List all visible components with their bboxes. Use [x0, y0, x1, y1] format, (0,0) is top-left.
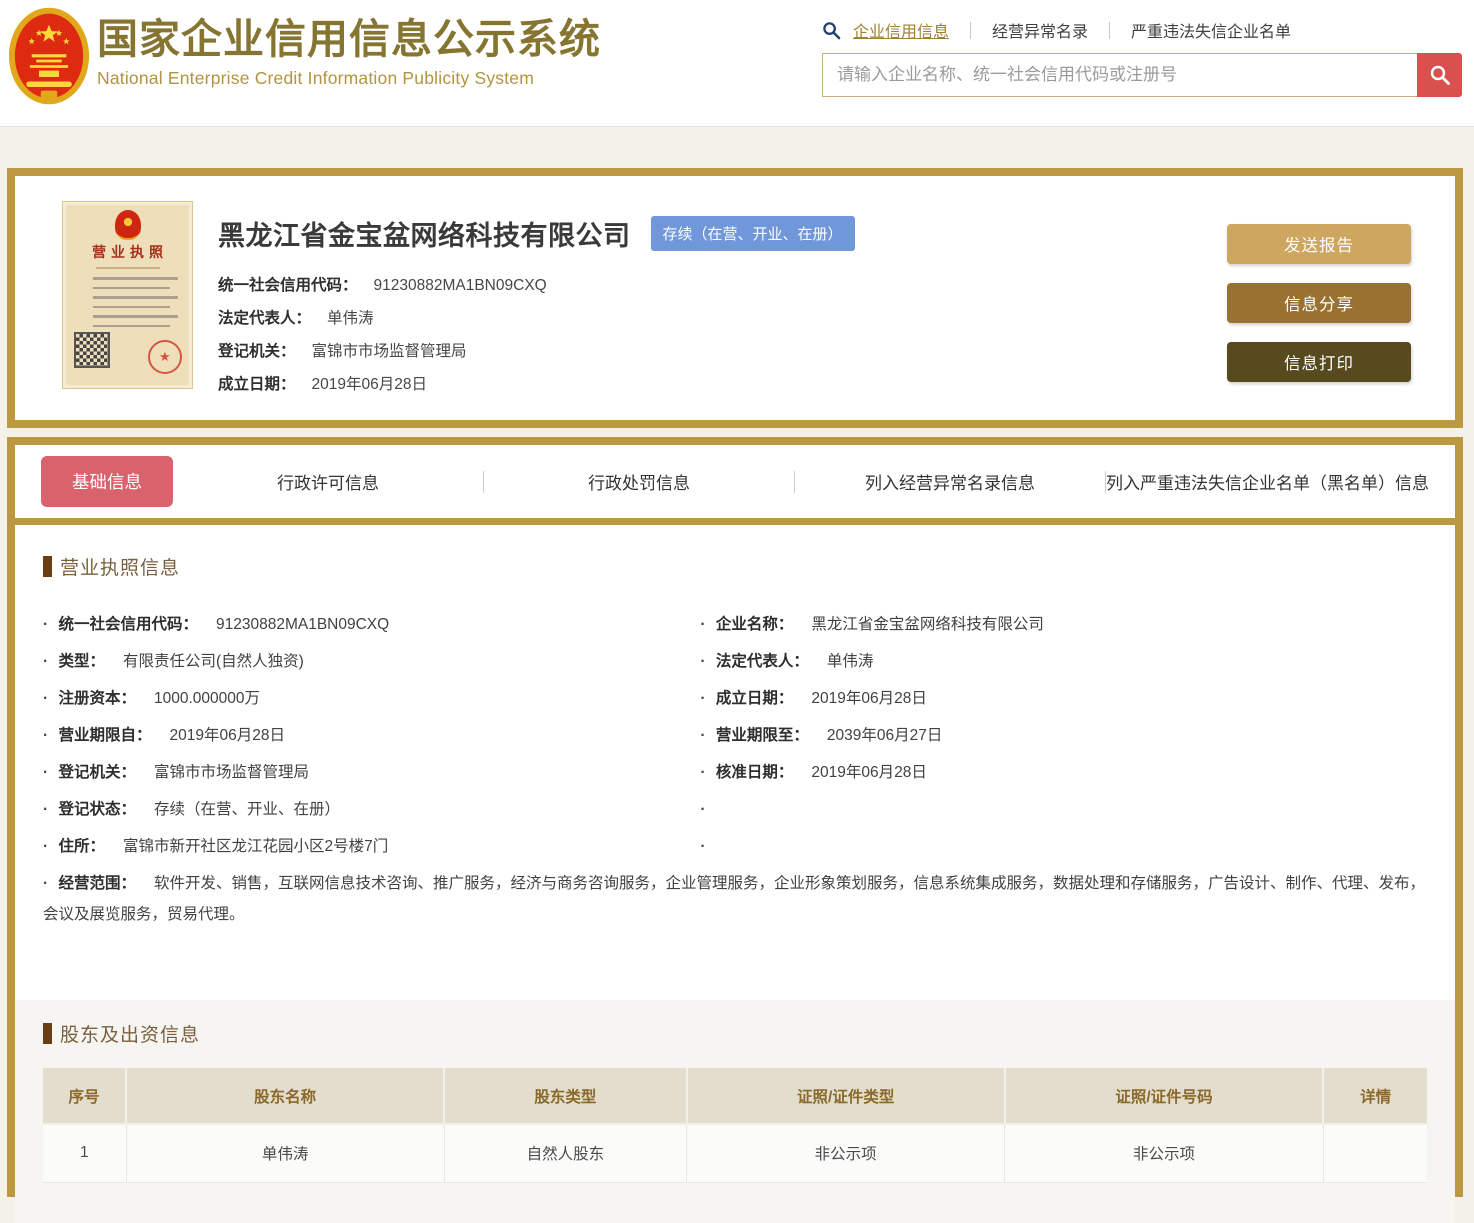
site-header: 国家企业信用信息公示系统 National Enterprise Credit … — [0, 0, 1474, 127]
search-icon — [823, 21, 841, 39]
company-name: 黑龙江省金宝盆网络科技有限公司 — [218, 221, 631, 251]
field-credit-code: 统一社会信用代码：91230882MA1BN09CXQ — [43, 606, 700, 643]
search-button[interactable] — [1417, 53, 1462, 97]
gold-divider — [15, 518, 1455, 525]
col-certificate-number: 证照/证件号码 — [1004, 1068, 1325, 1125]
field-empty — [700, 791, 1427, 828]
tab-administrative-penalty[interactable]: 行政处罚信息 — [484, 469, 794, 494]
license-text-line — [93, 324, 170, 327]
business-license-section: 营业执照信息 统一社会信用代码：91230882MA1BN09CXQ 企业名称：… — [15, 525, 1455, 936]
table-header-row: 序号 股东名称 股东类型 证照/证件类型 证照/证件号码 详情 — [43, 1068, 1427, 1125]
summary-legal-representative: 法定代表人： 单伟涛 — [218, 310, 374, 327]
license-title: 营业执照 — [92, 244, 168, 260]
nav-separator — [1109, 21, 1111, 39]
summary-credit-code: 统一社会信用代码： 91230882MA1BN09CXQ — [218, 277, 547, 294]
license-text-line — [93, 286, 170, 289]
field-address: 住所：富锦市新开社区龙江花园小区2号楼7门 — [43, 828, 700, 865]
license-decoration — [95, 267, 160, 269]
site-title: 国家企业信用信息公示系统 — [97, 16, 601, 62]
field-term-start: 营业期限自：2019年06月28日 — [43, 717, 700, 754]
business-license-image[interactable]: 营业执照 — [62, 201, 193, 389]
field-registration-authority: 登记机关：富锦市市场监督管理局 — [43, 754, 700, 791]
field-establishment-date: 成立日期：2019年06月28日 — [700, 680, 1427, 717]
cell-details — [1323, 1124, 1427, 1183]
print-info-button[interactable]: 信息打印 — [1227, 342, 1411, 382]
field-empty — [700, 828, 1427, 865]
company-summary-panel: 营业执照 黑龙江省金宝盆网络科技有限公司 存续（在营、开业、在册） 统一社会信用… — [7, 168, 1463, 428]
license-text-line — [93, 305, 170, 308]
site-subtitle: National Enterprise Credit Information P… — [97, 68, 535, 89]
site-logo: 国家企业信用信息公示系统 National Enterprise Credit … — [8, 6, 601, 106]
license-red-seal — [148, 340, 182, 374]
share-info-button[interactable]: 信息分享 — [1227, 283, 1411, 323]
field-company-type: 类型：有限责任公司(自然人独资) — [43, 643, 700, 680]
field-legal-representative: 法定代表人：单伟涛 — [700, 643, 1427, 680]
cell-certificate-type: 非公示项 — [686, 1124, 1006, 1183]
tab-bar: 基础信息 行政许可信息 行政处罚信息 列入经营异常名录信息 列入严重违法失信企业… — [15, 445, 1455, 518]
license-text-line — [93, 277, 178, 280]
field-registration-status: 登记状态：存续（在营、开业、在册） — [43, 791, 700, 828]
col-details: 详情 — [1323, 1068, 1427, 1125]
tab-administrative-licensing[interactable]: 行政许可信息 — [173, 469, 483, 494]
search-input[interactable] — [822, 53, 1417, 97]
field-term-end: 营业期限至：2039年06月27日 — [700, 717, 1427, 754]
main-content-panel: 基础信息 行政许可信息 行政处罚信息 列入经营异常名录信息 列入严重违法失信企业… — [7, 437, 1463, 1223]
field-business-scope: 经营范围：软件开发、销售，互联网信息技术咨询、推广服务，经济与商务咨询服务，企业… — [43, 865, 1427, 936]
nav-abnormal-operations-list[interactable]: 经营异常名录 — [988, 18, 1092, 42]
section-bullet — [43, 556, 52, 577]
search-button-icon — [1430, 65, 1450, 85]
license-text-line — [93, 315, 178, 318]
field-registered-capital: 注册资本：1000.000000万 — [43, 680, 700, 717]
license-section-title: 营业执照信息 — [60, 558, 181, 579]
nav-separator — [970, 21, 972, 39]
license-emblem-icon — [114, 210, 141, 240]
license-qr-code — [74, 332, 110, 368]
tab-basic-info[interactable]: 基础信息 — [41, 456, 173, 507]
status-badge: 存续（在营、开业、在册） — [650, 216, 855, 251]
nav-serious-violations-list[interactable]: 严重违法失信企业名单 — [1127, 18, 1295, 42]
shareholder-section-title: 股东及出资信息 — [60, 1025, 201, 1046]
table-row: 1 单伟涛 自然人股东 非公示项 非公示项 — [43, 1124, 1427, 1183]
license-text-line — [93, 296, 178, 299]
shareholder-table: 序号 股东名称 股东类型 证照/证件类型 证照/证件号码 详情 1 单伟涛 自然… — [43, 1068, 1427, 1183]
col-certificate-type: 证照/证件类型 — [686, 1068, 1006, 1125]
nav-enterprise-credit-info[interactable]: 企业信用信息 — [849, 18, 953, 42]
cell-shareholder-name: 单伟涛 — [126, 1124, 445, 1183]
tab-blacklist[interactable]: 列入严重违法失信企业名单（黑名单）信息 — [1106, 469, 1429, 494]
cell-shareholder-type: 自然人股东 — [444, 1124, 688, 1183]
col-shareholder-type: 股东类型 — [444, 1068, 688, 1125]
col-序号: 序号 — [43, 1068, 128, 1125]
section-bullet — [43, 1023, 52, 1044]
national-emblem-icon — [8, 7, 90, 105]
col-shareholder-name: 股东名称 — [126, 1068, 446, 1125]
cell-certificate-number: 非公示项 — [1004, 1124, 1324, 1183]
tab-abnormal-operations[interactable]: 列入经营异常名录信息 — [795, 469, 1105, 494]
top-nav: 企业信用信息 经营异常名录 严重违法失信企业名单 — [822, 16, 1462, 44]
field-approval-date: 核准日期：2019年06月28日 — [700, 754, 1427, 791]
send-report-button[interactable]: 发送报告 — [1227, 224, 1411, 264]
cell-index: 1 — [43, 1124, 127, 1183]
summary-registration-authority: 登记机关： 富锦市市场监督管理局 — [218, 343, 467, 360]
shareholder-section: 股东及出资信息 序号 股东名称 股东类型 证照/证件类型 证照/证件号码 详情 — [15, 1000, 1455, 1223]
field-company-name: 企业名称：黑龙江省金宝盆网络科技有限公司 — [700, 606, 1427, 643]
summary-establishment-date: 成立日期： 2019年06月28日 — [218, 376, 427, 393]
